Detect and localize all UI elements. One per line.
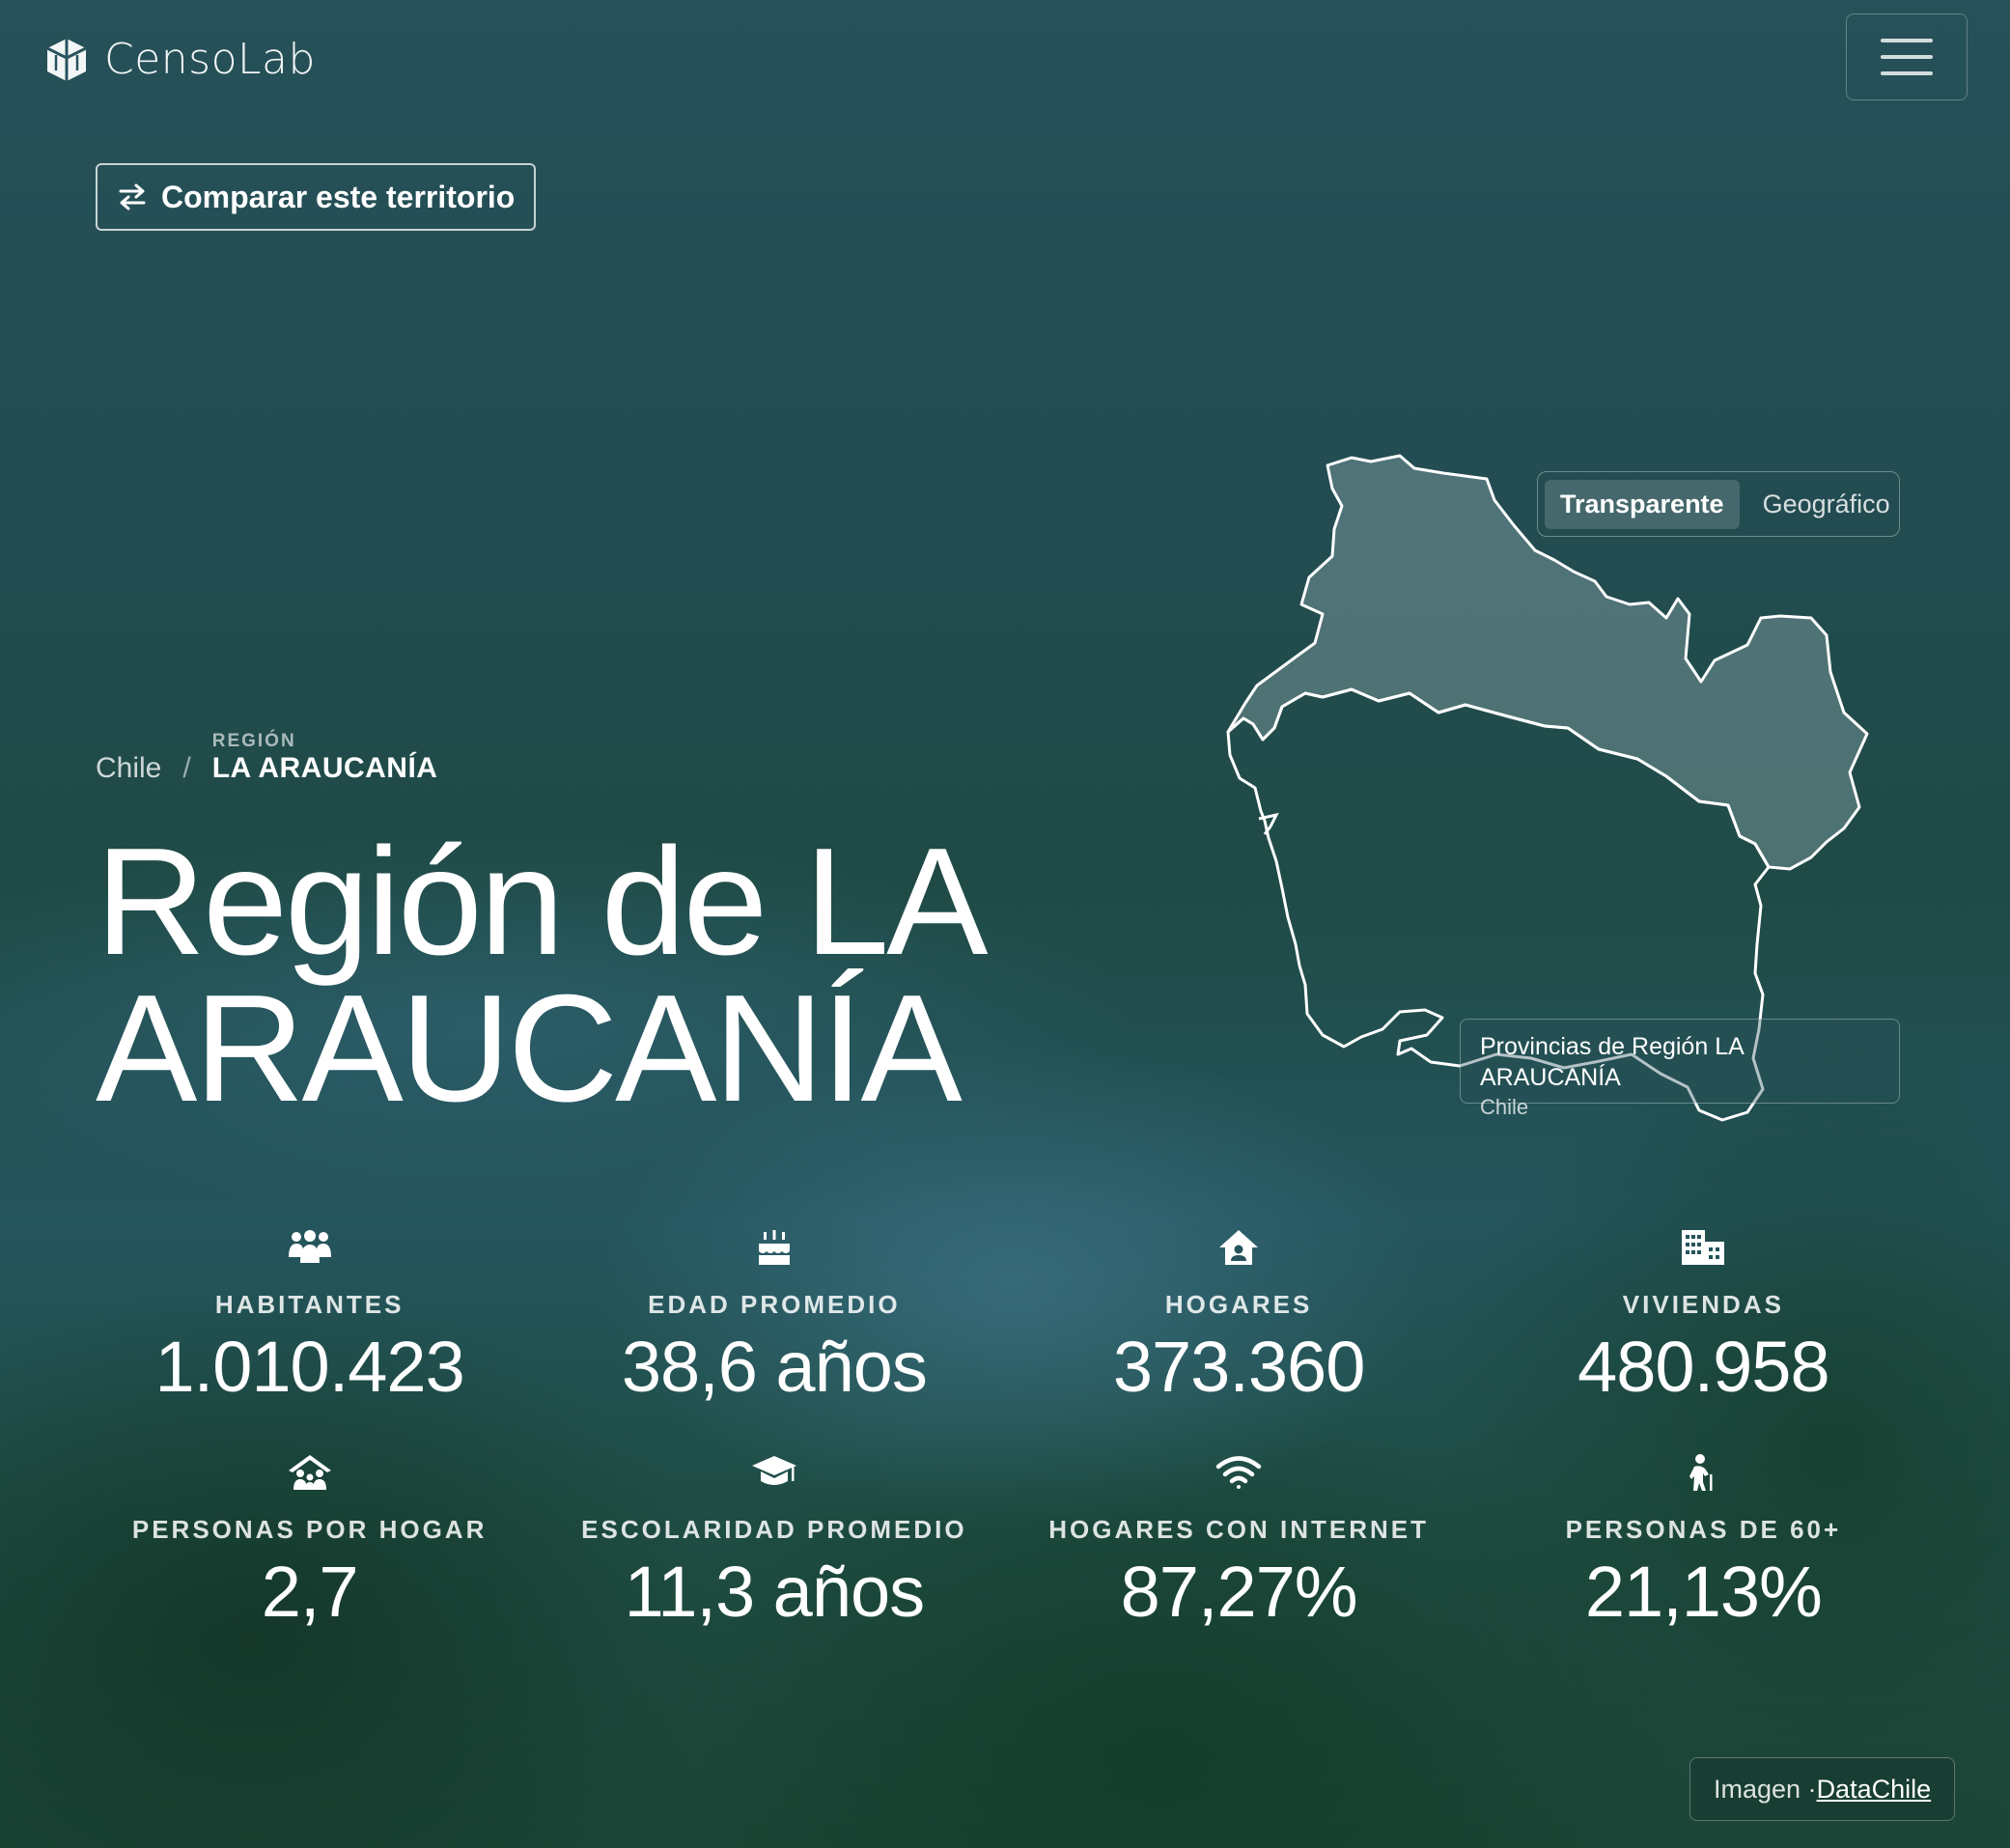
stat-label: PERSONAS DE 60+ xyxy=(1565,1515,1842,1544)
stat-label: HOGARES xyxy=(1164,1290,1313,1319)
stat-value: 21,13% xyxy=(1584,1552,1823,1632)
wifi-icon xyxy=(1214,1451,1263,1494)
map-caption-title: Provincias de Región LA ARAUCANÍA xyxy=(1480,1033,1744,1091)
stat-escolaridad-promedio: ESCOLARIDAD PROMEDIO 11,3 años xyxy=(542,1451,1006,1634)
stat-label: HOGARES CON INTERNET xyxy=(1048,1515,1429,1544)
image-credit-prefix: Imagen · xyxy=(1714,1774,1817,1804)
stat-value: 2,7 xyxy=(261,1552,359,1632)
toggle-geografico[interactable]: Geográfico xyxy=(1747,480,1906,529)
page-title: Región de LA ARAUCANÍA xyxy=(96,826,1061,1125)
map-style-toggle[interactable]: Transparente Geográfico xyxy=(1537,471,1900,537)
stat-value: 1.010.423 xyxy=(154,1327,465,1407)
stat-personas-60: PERSONAS DE 60+ 21,13% xyxy=(1471,1451,1936,1634)
stat-label: EDAD PROMEDIO xyxy=(648,1290,901,1319)
stat-value: 373.360 xyxy=(1112,1327,1365,1407)
stat-hogares: HOGARES 373.360 xyxy=(1007,1226,1471,1409)
stat-label: VIVIENDAS xyxy=(1622,1290,1784,1319)
stat-habitantes: HABITANTES 1.010.423 xyxy=(77,1226,542,1409)
stat-label: ESCOLARIDAD PROMEDIO xyxy=(581,1515,967,1544)
breadcrumb-region-name: LA ARAUCANÍA xyxy=(211,752,438,784)
image-credit-link[interactable]: DataChile xyxy=(1817,1775,1932,1805)
breadcrumb-separator: / xyxy=(182,752,191,784)
stat-label: HABITANTES xyxy=(214,1290,405,1319)
stat-viviendas: VIVIENDAS 480.958 xyxy=(1471,1226,1936,1409)
map-caption-subtitle: Chile xyxy=(1480,1095,1529,1119)
compare-territory-button[interactable]: Comparar este territorio xyxy=(96,163,537,231)
page-title-line-1: Región de LA xyxy=(96,817,988,987)
image-credit: Imagen · DataChile xyxy=(1689,1757,1956,1821)
stat-value: 11,3 años xyxy=(624,1552,926,1632)
breadcrumb-current: REGIÓN LA ARAUCANÍA xyxy=(212,731,438,785)
stat-edad-promedio: EDAD PROMEDIO 38,6 años xyxy=(542,1226,1006,1409)
stat-personas-por-hogar: PERSONAS POR HOGAR 2,7 xyxy=(77,1451,542,1634)
stat-label: PERSONAS POR HOGAR xyxy=(131,1515,488,1544)
toggle-transparente[interactable]: Transparente xyxy=(1545,479,1740,529)
app-name: CensoLab xyxy=(104,35,316,84)
hamburger-icon xyxy=(1881,39,1933,75)
stat-hogares-con-internet: HOGARES CON INTERNET 87,27% xyxy=(1007,1451,1471,1634)
swap-arrows-icon xyxy=(119,183,146,210)
stat-value: 87,27% xyxy=(1120,1552,1358,1632)
breadcrumb-kicker: REGIÓN xyxy=(211,731,296,751)
elderly-person-icon xyxy=(1688,1451,1718,1494)
map-caption: Provincias de Región LA ARAUCANÍA Chile xyxy=(1460,1019,1900,1119)
menu-button[interactable] xyxy=(1846,14,1968,100)
stat-value: 38,6 años xyxy=(621,1327,928,1407)
cube-logo-icon xyxy=(46,38,87,81)
compare-label: Comparar este territorio xyxy=(161,179,516,214)
birthday-cake-icon xyxy=(757,1226,792,1269)
page-title-line-2: ARAUCANÍA xyxy=(96,964,963,1134)
stats-grid: HABITANTES 1.010.423 EDAD PROMEDIO 38,6 … xyxy=(77,1226,1936,1634)
breadcrumb-chile[interactable]: Chile xyxy=(96,752,161,785)
people-group-icon xyxy=(287,1226,333,1269)
graduation-cap-icon xyxy=(750,1451,798,1494)
family-roof-icon xyxy=(287,1451,333,1494)
stat-value: 480.958 xyxy=(1577,1327,1829,1407)
house-user-icon xyxy=(1217,1226,1260,1269)
breadcrumb: Chile / REGIÓN LA ARAUCANÍA xyxy=(96,731,437,785)
brand-logo[interactable]: CensoLab xyxy=(42,35,316,84)
buildings-icon xyxy=(1680,1226,1726,1269)
